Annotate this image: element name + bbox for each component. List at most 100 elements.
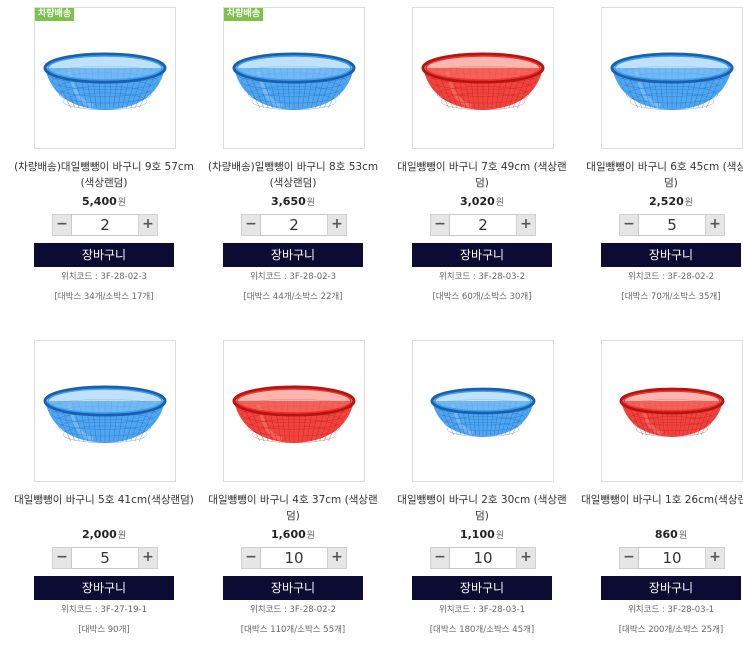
- minus-icon[interactable]: −: [430, 547, 450, 569]
- quantity-input[interactable]: 2: [260, 214, 328, 236]
- product-image[interactable]: [412, 340, 554, 482]
- add-to-cart-button[interactable]: 장바구니: [34, 576, 174, 600]
- minus-icon[interactable]: −: [241, 214, 261, 236]
- currency-unit: 원: [117, 198, 127, 208]
- product-name-line2: 덤): [475, 510, 489, 522]
- currency-unit: 원: [306, 531, 316, 541]
- product-name[interactable]: (차량배송)대일뺑뺑이 바구니 9호 57cm (색상랜덤): [11, 159, 197, 191]
- product-name-line1: 대일뺑뺑이 바구니 4호 37cm (색상랜: [208, 494, 378, 506]
- location-code: 위치코드 : 3F-28-02-2: [627, 272, 715, 282]
- add-to-cart-button[interactable]: 장바구니: [412, 576, 552, 600]
- location-code: 위치코드 : 3F-28-03-1: [438, 605, 526, 615]
- product-name-line1: 대일뺑뺑이 바구니 1호 26cm(색상랜덤): [581, 494, 743, 506]
- product-image[interactable]: [412, 7, 554, 149]
- quantity-input[interactable]: 2: [71, 214, 139, 236]
- price-value: 1,100: [459, 528, 495, 541]
- product-name-line1: 대일뺑뺑이 바구니 7호 49cm (색상랜: [397, 161, 567, 173]
- quantity-input[interactable]: 5: [71, 547, 139, 569]
- minus-icon[interactable]: −: [430, 214, 450, 236]
- box-quantity-info: [대박스 34개/소박스 17개]: [54, 292, 154, 302]
- add-to-cart-button[interactable]: 장바구니: [34, 243, 174, 267]
- product-name-line1: 대일뺑뺑이 바구니 5호 41cm(색상랜덤): [14, 494, 194, 506]
- product-name[interactable]: (차량배송)일뺑뺑이 바구니 8호 53cm (색상랜덤): [200, 159, 386, 191]
- product-name[interactable]: 대일뺑뺑이 바구니 7호 49cm (색상랜 덤): [389, 159, 575, 191]
- location-code: 위치코드 : 3F-28-03-1: [627, 605, 715, 615]
- box-quantity-info: [대박스 90개]: [78, 625, 130, 635]
- box-quantity-info: [대박스 44개/소박스 22개]: [243, 292, 343, 302]
- currency-unit: 원: [117, 531, 127, 541]
- product-name-line2: 덤): [286, 510, 300, 522]
- product-image[interactable]: [223, 340, 365, 482]
- plus-icon[interactable]: +: [327, 547, 347, 569]
- product-name-line1: 대일뺑뺑이 바구니 2호 30cm (색상랜: [397, 494, 567, 506]
- box-quantity-info: [대박스 110개/소박스 55개]: [240, 625, 346, 635]
- minus-icon[interactable]: −: [619, 547, 639, 569]
- product-image[interactable]: 차량배송: [223, 7, 365, 149]
- product-price: 2,000원: [19, 528, 189, 541]
- minus-icon[interactable]: −: [52, 547, 72, 569]
- product-image[interactable]: 차량배송: [34, 7, 176, 149]
- product-name[interactable]: 대일뺑뺑이 바구니 5호 41cm(색상랜덤): [11, 492, 197, 508]
- quantity-input[interactable]: 10: [638, 547, 706, 569]
- quantity-input[interactable]: 2: [449, 214, 517, 236]
- plus-icon[interactable]: +: [705, 547, 725, 569]
- currency-unit: 원: [306, 198, 316, 208]
- location-code: 위치코드 : 3F-28-02-3: [249, 272, 337, 282]
- quantity-stepper: − 2 +: [241, 214, 347, 236]
- minus-icon[interactable]: −: [619, 214, 639, 236]
- plus-icon[interactable]: +: [705, 214, 725, 236]
- delivery-badge: 차량배송: [35, 8, 75, 21]
- product-image[interactable]: [34, 340, 176, 482]
- product-name[interactable]: 대일뺑뺑이 바구니 2호 30cm (색상랜 덤): [389, 492, 575, 524]
- currency-unit: 원: [495, 198, 505, 208]
- currency-unit: 원: [684, 198, 694, 208]
- add-to-cart-button[interactable]: 장바구니: [601, 576, 741, 600]
- price-value: 3,650: [270, 195, 306, 208]
- price-value: 5,400: [81, 195, 117, 208]
- product-image[interactable]: [601, 340, 743, 482]
- product-price: 1,100원: [397, 528, 567, 541]
- delivery-badge: 차량배송: [224, 8, 264, 21]
- quantity-stepper: − 10 +: [241, 547, 347, 569]
- box-quantity-info: [대박스 180개/소박스 45개]: [429, 625, 535, 635]
- product-name[interactable]: 대일뺑뺑이 바구니 4호 37cm (색상랜 덤): [200, 492, 386, 524]
- location-code: 위치코드 : 3F-28-02-3: [60, 272, 148, 282]
- plus-icon[interactable]: +: [138, 547, 158, 569]
- product-name-line1: (차량배송)대일뺑뺑이 바구니 9호 57cm: [14, 161, 194, 173]
- price-value: 3,020: [459, 195, 495, 208]
- quantity-stepper: − 5 +: [619, 214, 725, 236]
- quantity-stepper: − 2 +: [52, 214, 158, 236]
- add-to-cart-button[interactable]: 장바구니: [601, 243, 741, 267]
- product-name[interactable]: 대일뺑뺑이 바구니 6호 45cm (색상랜 덤): [578, 159, 743, 191]
- product-name[interactable]: 대일뺑뺑이 바구니 1호 26cm(색상랜덤): [578, 492, 743, 508]
- quantity-input[interactable]: 5: [638, 214, 706, 236]
- box-quantity-info: [대박스 70개/소박스 35개]: [621, 292, 721, 302]
- add-to-cart-button[interactable]: 장바구니: [223, 243, 363, 267]
- price-value: 1,600: [270, 528, 306, 541]
- plus-icon[interactable]: +: [516, 214, 536, 236]
- plus-icon[interactable]: +: [516, 547, 536, 569]
- quantity-stepper: − 5 +: [52, 547, 158, 569]
- quantity-input[interactable]: 10: [449, 547, 517, 569]
- minus-icon[interactable]: −: [241, 547, 261, 569]
- add-to-cart-button[interactable]: 장바구니: [223, 576, 363, 600]
- product-name-line2: (색상랜덤): [269, 177, 317, 189]
- quantity-stepper: − 2 +: [430, 214, 536, 236]
- quantity-input[interactable]: 10: [260, 547, 328, 569]
- minus-icon[interactable]: −: [52, 214, 72, 236]
- add-to-cart-button[interactable]: 장바구니: [412, 243, 552, 267]
- box-quantity-info: [대박스 60개/소박스 30개]: [432, 292, 532, 302]
- location-code: 위치코드 : 3F-28-02-2: [249, 605, 337, 615]
- location-code: 위치코드 : 3F-28-03-2: [438, 272, 526, 282]
- product-price: 1,600원: [208, 528, 378, 541]
- product-image[interactable]: [601, 7, 743, 149]
- product-price: 860원: [586, 528, 743, 541]
- plus-icon[interactable]: +: [327, 214, 347, 236]
- quantity-stepper: − 10 +: [430, 547, 536, 569]
- price-value: 2,000: [81, 528, 117, 541]
- product-price: 2,520원: [586, 195, 743, 208]
- currency-unit: 원: [678, 531, 688, 541]
- plus-icon[interactable]: +: [138, 214, 158, 236]
- product-name-line1: 대일뺑뺑이 바구니 6호 45cm (색상랜: [586, 161, 743, 173]
- product-price: 5,400원: [19, 195, 189, 208]
